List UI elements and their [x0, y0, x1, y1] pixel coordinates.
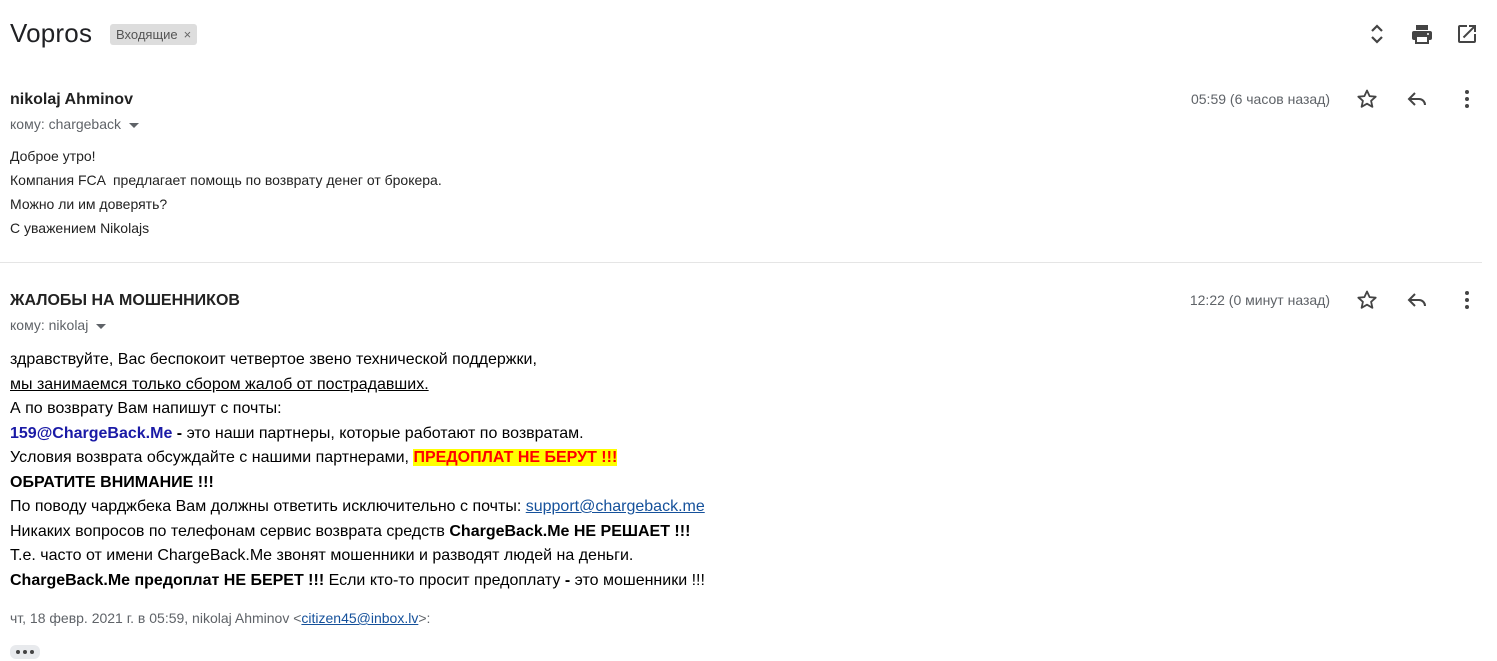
dot — [16, 650, 20, 654]
message-body: здравствуйте, Вас беспокоит четвертое зв… — [10, 348, 705, 593]
more-options-icon[interactable] — [1455, 288, 1479, 312]
quote-suffix: >: — [418, 610, 431, 626]
body-line: мы занимаемся только сбором жалоб от пос… — [10, 373, 705, 398]
bold-text: ChargeBack.Me НЕ РЕШАЕТ !!! — [449, 522, 691, 540]
bold-text: ChargeBack.Me предоплат НЕ БЕРЕТ !!! — [10, 571, 325, 589]
body-line: Т.е. часто от имени ChargeBack.Me звонят… — [10, 547, 634, 564]
message-divider — [0, 262, 1482, 263]
message-recipient: кому: nikolaj — [10, 317, 107, 333]
body-line: ChargeBack.Me предоплат НЕ БЕРЕТ !!! Есл… — [10, 569, 705, 594]
message-time: 05:59 (6 часов назад) — [1190, 91, 1330, 107]
attention-heading: ОБРАТИТЕ ВНИМАНИЕ !!! — [10, 473, 214, 491]
text: Если кто-то просит предоплату — [324, 571, 565, 589]
text: Условия возврата обсуждайте с нашими пар… — [10, 449, 414, 466]
body-line: Никаких вопросов по телефонам сервис воз… — [10, 520, 705, 545]
message-time: 12:22 (0 минут назад) — [1189, 292, 1330, 308]
body-line: Доброе утро! — [10, 148, 96, 164]
quote-email-link[interactable]: citizen45@inbox.lv — [301, 610, 418, 626]
body-line: Можно ли им доверять? — [10, 196, 168, 212]
text: Никаких вопросов по телефонам сервис воз… — [10, 522, 450, 540]
body-line: С уважением Nikolajs — [10, 220, 150, 236]
label-text: Входящие — [116, 27, 178, 42]
body-line: По поводу чарджбека Вам должны ответить … — [10, 495, 705, 520]
body-line: ОБРАТИТЕ ВНИМАНИЕ !!! — [10, 471, 705, 496]
highlighted-warning: ПРЕДОПЛАТ НЕ БЕРУТ !!! — [413, 449, 618, 466]
underlined-text: мы занимаемся только сбором жалоб от пос… — [10, 375, 429, 393]
expand-collapse-icon[interactable] — [1365, 22, 1389, 46]
body-line: Компания FCA предлагает помощь по возвра… — [10, 172, 442, 188]
quoted-header: чт, 18 февр. 2021 г. в 05:59, nikolaj Ah… — [10, 610, 430, 626]
dash: - — [172, 424, 187, 442]
partner-email: 159@ChargeBack.Me — [10, 424, 173, 442]
star-icon[interactable] — [1355, 288, 1379, 312]
show-trimmed-content-button[interactable] — [10, 645, 40, 659]
thread-subject: Vopros — [10, 18, 93, 48]
open-in-new-window-icon[interactable] — [1455, 22, 1479, 46]
message-recipient: кому: chargeback — [10, 116, 140, 132]
remove-label-icon[interactable]: × — [184, 27, 192, 42]
body-line: 159@ChargeBack.Me - это наши партнеры, к… — [10, 422, 705, 447]
recipient-text: кому: nikolaj — [10, 317, 89, 333]
message-sender[interactable]: nikolaj Ahminov — [10, 91, 133, 109]
text: это наши партнеры, которые работают по в… — [186, 424, 584, 442]
support-email-link[interactable]: support@chargeback.me — [526, 498, 705, 515]
text: это мошенники !!! — [570, 571, 705, 589]
show-details-icon[interactable] — [96, 323, 107, 329]
body-line: А по возврату Вам напишут с почты: — [10, 400, 282, 417]
inbox-label-chip[interactable]: Входящие × — [110, 24, 198, 45]
print-icon[interactable] — [1410, 22, 1434, 46]
text: По поводу чарджбека Вам должны ответить … — [10, 498, 526, 515]
more-options-icon[interactable] — [1455, 87, 1479, 111]
dot — [23, 650, 27, 654]
star-icon[interactable] — [1355, 87, 1379, 111]
reply-icon[interactable] — [1405, 87, 1429, 111]
reply-icon[interactable] — [1405, 288, 1429, 312]
message-body: Доброе утро! Компания FCA предлагает пом… — [10, 144, 442, 240]
quote-prefix: чт, 18 февр. 2021 г. в 05:59, nikolaj Ah… — [10, 610, 302, 626]
body-line: Условия возврата обсуждайте с нашими пар… — [10, 446, 705, 471]
show-details-icon[interactable] — [129, 122, 140, 128]
message-sender[interactable]: ЖАЛОБЫ НА МОШЕННИКОВ — [10, 292, 240, 310]
dot — [30, 650, 34, 654]
body-line: здравствуйте, Вас беспокоит четвертое зв… — [10, 351, 537, 368]
recipient-text: кому: chargeback — [10, 116, 122, 132]
